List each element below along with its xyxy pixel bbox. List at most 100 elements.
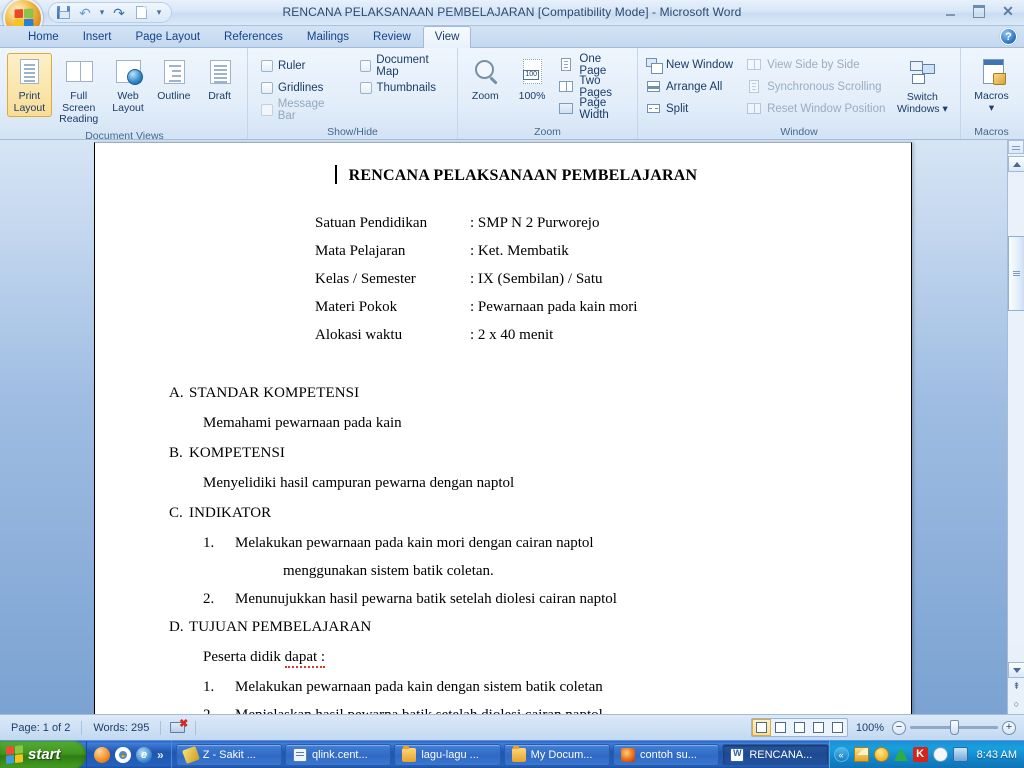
tab-review[interactable]: Review xyxy=(361,26,423,47)
view-button-web-layout[interactable] xyxy=(790,719,809,736)
checkbox-thumbnails[interactable]: Thumbnails xyxy=(358,77,452,99)
view-button-outline[interactable] xyxy=(809,719,828,736)
spelling-error-text: dapat : xyxy=(284,649,326,668)
taskbar-item-lagu-lagu[interactable]: lagu-lagu ... xyxy=(394,743,501,766)
button-draft[interactable]: Draft xyxy=(197,53,242,106)
smiley-icon[interactable] xyxy=(873,747,889,762)
button-view-side-by-side: View Side by Side xyxy=(744,54,888,76)
button-label: Reset Window Position xyxy=(767,103,886,115)
chevron-down-icon: ▾ xyxy=(988,101,995,114)
view-button-full-screen-reading[interactable] xyxy=(771,719,790,736)
tab-page-layout[interactable]: Page Layout xyxy=(123,26,212,47)
button-print-layout[interactable]: Print Layout xyxy=(7,53,52,117)
previous-page-button[interactable]: ⇞ xyxy=(1008,678,1024,695)
scroll-thumb[interactable] xyxy=(1008,236,1024,311)
checkbox-icon xyxy=(359,82,372,94)
button-zoom-100[interactable]: 100 100% xyxy=(510,53,555,106)
document-page[interactable]: RENCANA PELAKSANAAN PEMBELAJARAN Satuan … xyxy=(94,142,912,714)
checkbox-label: Thumbnails xyxy=(376,82,436,94)
page-content: RENCANA PELAKSANAAN PEMBELAJARAN Satuan … xyxy=(95,143,911,714)
view-button-draft[interactable] xyxy=(828,719,847,736)
orange-app-icon[interactable] xyxy=(94,746,110,763)
clock[interactable]: 8:43 AM xyxy=(973,749,1017,761)
button-switch-windows[interactable]: Switch Windows ▾ xyxy=(894,54,950,118)
checkbox-icon xyxy=(261,60,273,72)
vertical-scrollbar[interactable]: ⇞ ○ ⇟ xyxy=(1007,140,1024,725)
button-one-page[interactable]: One Page xyxy=(556,53,632,77)
taskbar-item-z-sakit[interactable]: Z - Sakit ... xyxy=(175,743,283,766)
button-two-pages[interactable]: Two Pages xyxy=(556,75,632,99)
section-heading: STANDAR KOMPETENSI xyxy=(189,385,360,401)
button-split[interactable]: Split xyxy=(643,98,736,120)
zoom-out-button[interactable]: − xyxy=(892,720,906,735)
zoom-level-label[interactable]: 100% xyxy=(852,722,888,734)
window-controls: ✕ xyxy=(940,3,1018,19)
view-button-print-layout[interactable] xyxy=(751,719,771,736)
section-marker: C. xyxy=(169,505,183,521)
close-button[interactable]: ✕ xyxy=(998,3,1018,19)
proofing-errors-icon[interactable]: ✖ xyxy=(169,718,188,736)
tab-home[interactable]: Home xyxy=(16,26,71,47)
list-text: Melakukan pewarnaan pada kain mori denga… xyxy=(235,535,594,551)
chat-icon xyxy=(293,747,308,762)
mail-icon[interactable] xyxy=(853,747,869,762)
tab-references[interactable]: References xyxy=(212,26,295,47)
taskbar-item-my-documents[interactable]: My Docum... xyxy=(503,743,610,766)
help-icon[interactable]: ? xyxy=(1000,28,1017,45)
macros-icon xyxy=(976,57,1008,89)
checkbox-gridlines[interactable]: Gridlines xyxy=(259,77,344,99)
chevron-down-icon xyxy=(1012,667,1021,673)
split-window-handle[interactable] xyxy=(1008,140,1024,154)
word-count[interactable]: Words: 295 xyxy=(82,719,160,737)
green-triangle-icon[interactable] xyxy=(893,748,908,761)
scroll-down-button[interactable] xyxy=(1008,662,1024,678)
minimize-button[interactable] xyxy=(940,3,960,19)
quick-launch-bar: e » xyxy=(86,740,172,768)
full-screen-reading-icon xyxy=(63,57,95,89)
button-new-window[interactable]: New Window xyxy=(643,54,736,76)
checkbox-document-map[interactable]: Document Map xyxy=(358,54,452,78)
tab-view[interactable]: View xyxy=(422,26,472,48)
group-title-window: Window xyxy=(780,126,818,138)
button-arrange-all[interactable]: Arrange All xyxy=(643,76,736,98)
checkbox-ruler[interactable]: Ruler xyxy=(259,55,344,77)
button-label: 100% xyxy=(518,90,546,102)
list-marker: 2. xyxy=(203,701,235,714)
message-bubble-icon[interactable] xyxy=(932,747,948,762)
button-label: Synchronous Scrolling xyxy=(767,81,882,93)
taskbar-item-rencana[interactable]: RENCANA... xyxy=(722,743,829,766)
button-macros[interactable]: Macros ▾ xyxy=(966,53,1017,117)
show-hide-column-right: Document Map Thumbnails xyxy=(358,54,452,99)
internet-explorer-icon[interactable]: e xyxy=(136,746,152,763)
tab-insert[interactable]: Insert xyxy=(71,26,124,47)
tab-mailings[interactable]: Mailings xyxy=(295,26,361,47)
button-full-screen-reading[interactable]: Full Screen Reading xyxy=(53,53,105,129)
button-web-layout[interactable]: Web Layout xyxy=(106,53,151,117)
taskbar-item-contoh-su[interactable]: contoh su... xyxy=(613,743,720,766)
section-marker: D. xyxy=(169,619,184,635)
button-zoom[interactable]: Zoom xyxy=(463,53,508,106)
chevron-up-icon xyxy=(1012,161,1021,167)
zoom-in-button[interactable]: + xyxy=(1002,720,1016,735)
screen: ↶ ▾ ↷ ▾ RENCANA PELAKSANAAN PEMBELAJARAN… xyxy=(0,0,1024,768)
zoom-slider[interactable] xyxy=(910,720,998,735)
start-button[interactable]: start xyxy=(0,740,86,768)
chrome-icon[interactable] xyxy=(115,746,131,763)
button-page-width[interactable]: Page Width xyxy=(556,97,632,121)
scroll-up-button[interactable] xyxy=(1008,156,1024,172)
full-screen-reading-icon xyxy=(774,722,786,733)
zoom-slider-thumb[interactable] xyxy=(950,720,959,735)
page-indicator[interactable]: Page: 1 of 2 xyxy=(0,719,81,737)
show-hidden-icons-button[interactable]: « xyxy=(833,747,849,762)
web-layout-icon xyxy=(793,722,805,733)
taskbar-item-qlink[interactable]: qlink.cent... xyxy=(285,743,392,766)
synchronous-scrolling-icon xyxy=(747,80,762,94)
show-more-icon[interactable]: » xyxy=(157,748,164,762)
button-outline[interactable]: Outline xyxy=(151,53,196,106)
select-browse-object-button[interactable]: ○ xyxy=(1008,695,1024,712)
scroll-track[interactable] xyxy=(1008,176,1024,646)
network-icon[interactable] xyxy=(952,747,968,762)
task-label: RENCANA... xyxy=(749,748,813,761)
restore-button[interactable] xyxy=(969,3,989,19)
kaspersky-icon[interactable]: K xyxy=(912,747,928,762)
